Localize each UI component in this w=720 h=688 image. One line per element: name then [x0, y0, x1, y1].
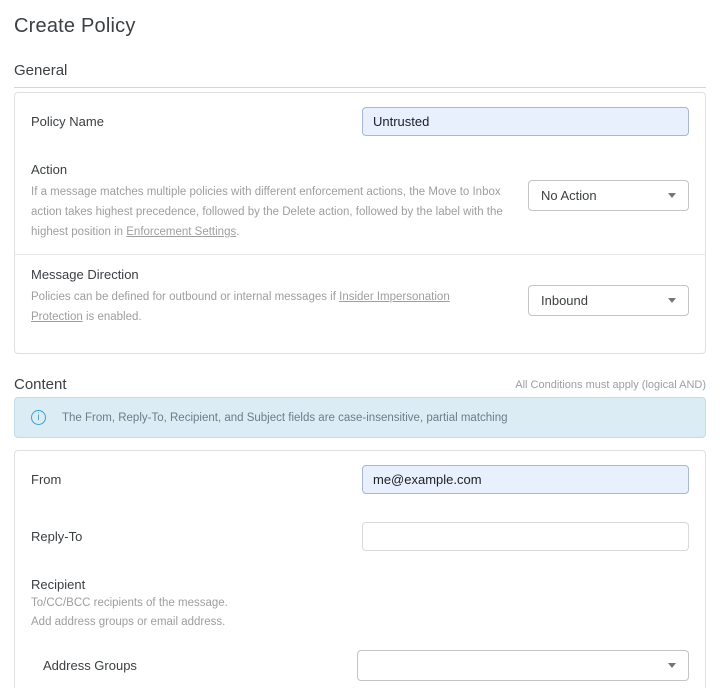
action-row: Action If a message matches multiple pol…: [15, 150, 705, 254]
info-icon: i: [31, 410, 46, 425]
info-banner-text: The From, Reply-To, Recipient, and Subje…: [62, 411, 508, 424]
action-select-value: No Action: [541, 188, 597, 203]
reply-to-row: Reply-To: [15, 508, 705, 565]
action-select[interactable]: No Action: [528, 180, 689, 211]
policy-name-input[interactable]: [362, 107, 689, 136]
content-section-header: Content All Conditions must apply (logic…: [14, 376, 706, 393]
message-direction-description: Policies can be defined for outbound or …: [31, 291, 450, 323]
page-title: Create Policy: [14, 15, 136, 37]
content-card: From Reply-To Recipient To/CC/BCC recipi…: [14, 450, 706, 688]
policy-name-row: Policy Name: [15, 93, 705, 150]
create-policy-page: Create Policy General Policy Name Action…: [0, 0, 720, 688]
from-label: From: [31, 472, 62, 487]
general-card: Policy Name Action If a message matches …: [14, 92, 706, 354]
address-groups-row: Address Groups: [31, 650, 689, 681]
message-direction-row: Message Direction Policies can be define…: [15, 254, 705, 353]
policy-name-label: Policy Name: [31, 114, 104, 129]
address-groups-label: Address Groups: [43, 658, 137, 673]
action-label: Action: [31, 162, 68, 177]
chevron-down-icon: [668, 298, 676, 303]
recipient-description-2: Add address groups or email address.: [31, 616, 226, 628]
conditions-note: All Conditions must apply (logical AND): [515, 379, 706, 391]
message-direction-select[interactable]: Inbound: [528, 285, 689, 316]
from-input[interactable]: [362, 465, 689, 494]
from-row: From: [15, 451, 705, 508]
recipient-row: Recipient To/CC/BCC recipients of the me…: [15, 565, 705, 688]
message-direction-label: Message Direction: [31, 267, 139, 282]
recipient-label: Recipient: [31, 577, 86, 592]
message-direction-select-value: Inbound: [541, 293, 588, 308]
chevron-down-icon: [668, 663, 676, 668]
recipient-description-1: To/CC/BCC recipients of the message.: [31, 597, 228, 609]
general-section-header: General: [14, 62, 706, 88]
content-section-label: Content: [14, 376, 67, 393]
address-groups-select[interactable]: [357, 650, 689, 681]
info-banner: i The From, Reply-To, Recipient, and Sub…: [14, 397, 706, 438]
chevron-down-icon: [668, 193, 676, 198]
reply-to-label: Reply-To: [31, 529, 83, 544]
reply-to-input[interactable]: [362, 522, 689, 551]
action-description: If a message matches multiple policies w…: [31, 186, 503, 238]
enforcement-settings-link[interactable]: Enforcement Settings: [126, 226, 236, 238]
